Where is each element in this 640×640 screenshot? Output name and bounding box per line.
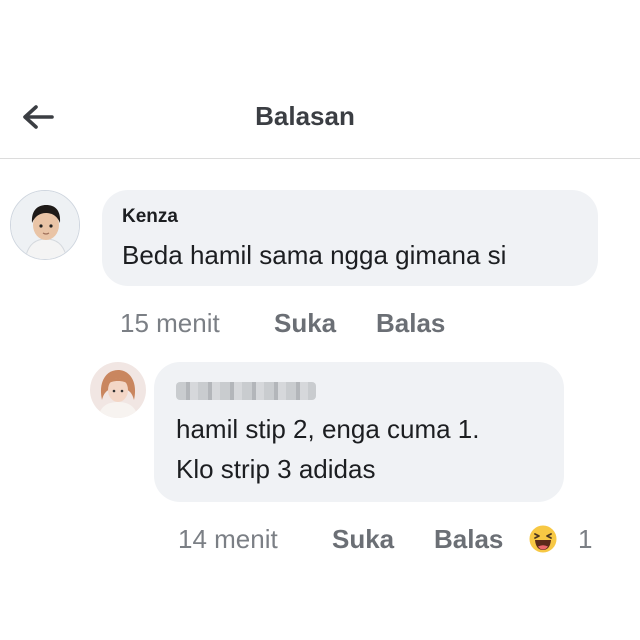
- profile-photo: [90, 362, 146, 418]
- comment-text: Beda hamil sama ngga gimana si: [122, 240, 507, 270]
- avatar[interactable]: [10, 190, 80, 260]
- like-button[interactable]: Suka: [332, 524, 394, 555]
- profile-photo: [11, 191, 79, 259]
- reply-bubble: hamil stip 2, enga cuma 1. Klo strip 3 a…: [154, 362, 564, 502]
- page-title: Balasan: [255, 101, 355, 131]
- reaction-summary[interactable]: 1: [528, 522, 606, 556]
- reply-button[interactable]: Balas: [434, 524, 503, 555]
- comment-time[interactable]: 14 menit: [178, 524, 278, 555]
- like-button[interactable]: Suka: [274, 308, 336, 339]
- reaction-count: 1: [578, 524, 593, 554]
- top-bar: Balasan: [0, 0, 640, 159]
- comment-text: Klo strip 3 adidas: [176, 454, 376, 484]
- reply-button[interactable]: Balas: [376, 308, 445, 339]
- haha-emoji-icon: [528, 524, 558, 554]
- comment-bubble: Kenza Beda hamil sama ngga gimana si: [102, 190, 598, 286]
- comment-time[interactable]: 15 menit: [120, 308, 220, 339]
- avatar[interactable]: [90, 362, 146, 418]
- comment-author[interactable]: Kenza: [122, 206, 178, 228]
- comment-text: hamil stip 2, enga cuma 1.: [176, 414, 480, 444]
- redacted-author-name: [176, 382, 316, 400]
